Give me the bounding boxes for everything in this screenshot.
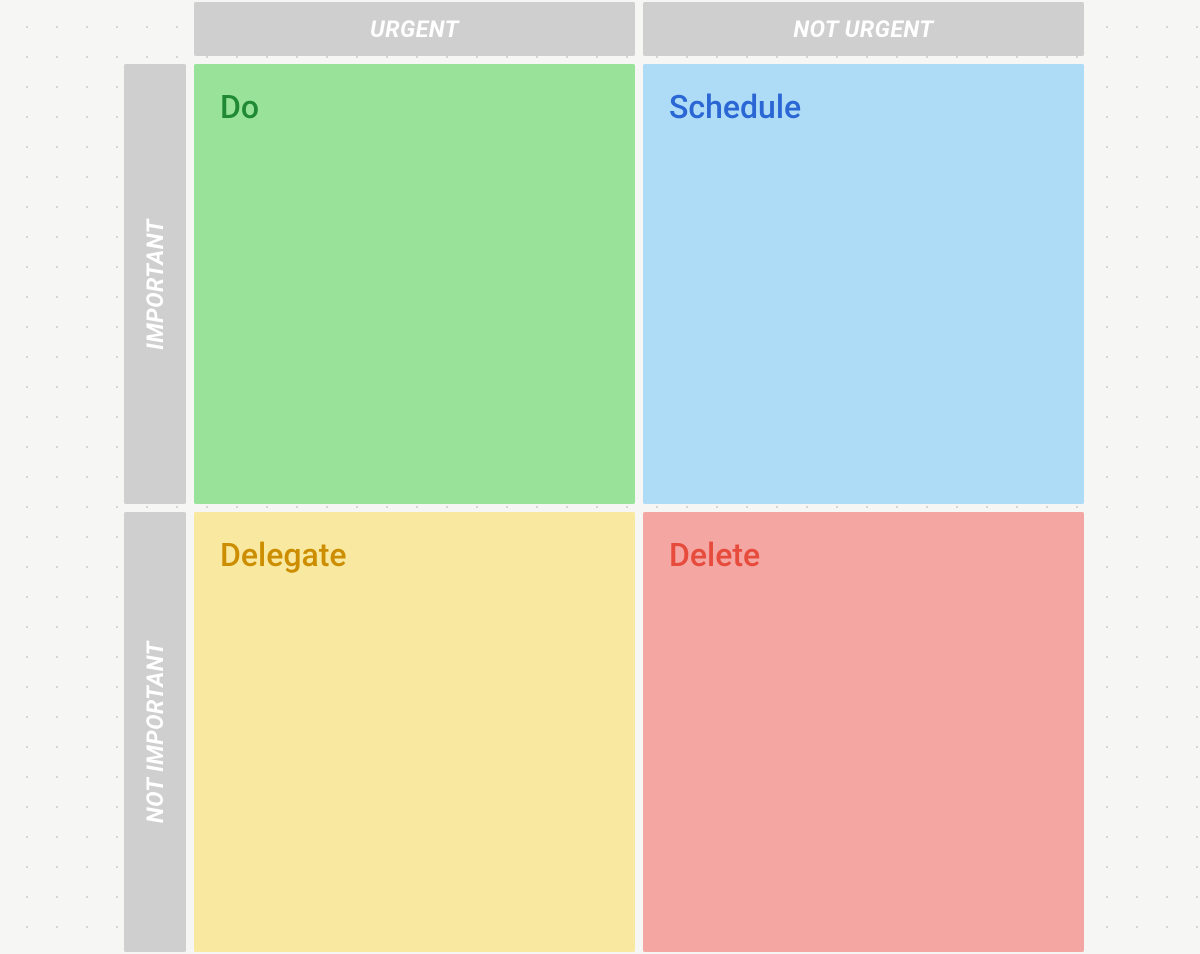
quadrant-schedule[interactable]: Schedule bbox=[643, 64, 1084, 504]
column-header-urgent: URGENT bbox=[194, 2, 635, 56]
row-header-not-important-label: NOT IMPORTANT bbox=[142, 641, 169, 823]
quadrant-do-title: Do bbox=[220, 88, 609, 126]
quadrant-delete[interactable]: Delete bbox=[643, 512, 1084, 952]
column-header-not-urgent: NOT URGENT bbox=[643, 2, 1084, 56]
quadrant-delegate-title: Delegate bbox=[220, 536, 609, 574]
column-header-urgent-label: URGENT bbox=[370, 16, 459, 43]
row-header-important-label: IMPORTANT bbox=[142, 219, 169, 350]
row-header-important: IMPORTANT bbox=[124, 64, 186, 504]
matrix-corner bbox=[124, 2, 186, 56]
eisenhower-matrix: URGENT NOT URGENT IMPORTANT Do Schedule … bbox=[124, 2, 1089, 952]
row-header-not-important: NOT IMPORTANT bbox=[124, 512, 186, 952]
quadrant-delegate[interactable]: Delegate bbox=[194, 512, 635, 952]
quadrant-schedule-title: Schedule bbox=[669, 88, 1058, 126]
column-header-not-urgent-label: NOT URGENT bbox=[793, 16, 933, 43]
quadrant-do[interactable]: Do bbox=[194, 64, 635, 504]
quadrant-delete-title: Delete bbox=[669, 536, 1058, 574]
